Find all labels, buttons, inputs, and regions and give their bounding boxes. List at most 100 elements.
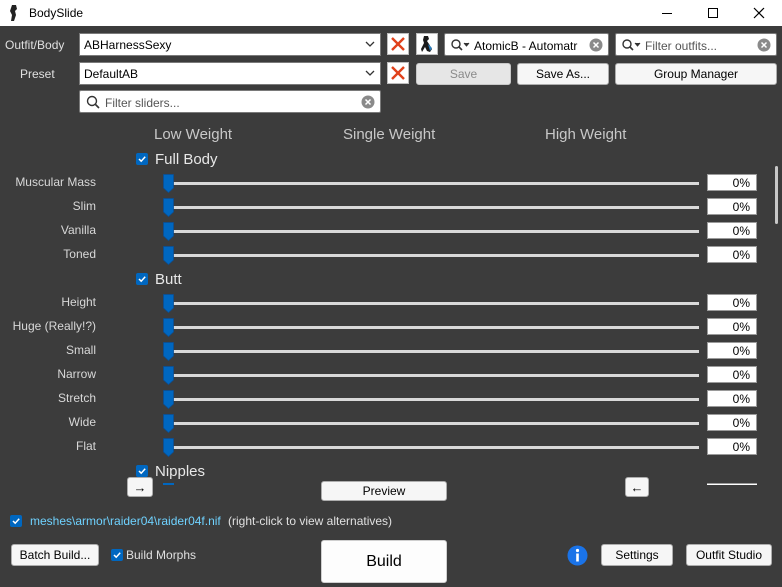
clear-search-icon[interactable] <box>589 38 603 52</box>
slider-row: Huge (Really!?) 0% <box>0 317 770 337</box>
slider-track[interactable] <box>168 398 699 401</box>
save-preset-button[interactable]: Save <box>416 63 511 85</box>
slider-row: Wide 0% <box>0 413 770 433</box>
outfit-filter-field[interactable]: Filter outfits... <box>615 33 777 56</box>
clear-outfit-button[interactable] <box>387 33 409 55</box>
slider-label: Height <box>61 295 96 309</box>
slider-track[interactable] <box>168 422 699 425</box>
slider-filter-field[interactable]: Filter sliders... <box>79 90 381 113</box>
clear-search-icon[interactable] <box>361 95 375 109</box>
group-checkbox[interactable] <box>136 153 148 165</box>
group-filter-field[interactable]: AtomicB - Automatr <box>444 33 609 56</box>
slider-scrollbar[interactable] <box>766 150 780 476</box>
slider-value-field[interactable]: 0% <box>707 294 757 311</box>
scrollbar-thumb[interactable] <box>775 166 778 224</box>
save-as-preset-button[interactable]: Save As... <box>517 63 609 85</box>
slider-thumb[interactable] <box>163 318 174 337</box>
close-icon <box>753 7 765 19</box>
slider-value-field[interactable]: 0% <box>707 174 757 191</box>
copy-left-arrow-button[interactable]: ← <box>625 477 649 497</box>
bodyslide-app-icon <box>10 5 17 21</box>
slider-track[interactable] <box>168 182 699 185</box>
chevron-down-icon <box>365 70 375 76</box>
slider-track[interactable] <box>168 302 699 305</box>
slider-thumb[interactable] <box>163 294 174 313</box>
preview-button[interactable]: Preview <box>321 481 447 501</box>
outfit-combo[interactable]: ABHarnessSexy <box>79 33 381 56</box>
copy-right-arrow-button[interactable]: → <box>127 477 153 497</box>
checkmark-icon <box>113 552 121 559</box>
outfit-combo-value: ABHarnessSexy <box>84 38 172 52</box>
slider-track[interactable] <box>168 374 699 377</box>
close-window-button[interactable] <box>736 0 782 26</box>
outfit-studio-button[interactable]: Outfit Studio <box>686 544 772 566</box>
slider-thumb[interactable] <box>163 390 174 409</box>
slider-row: Flat 0% <box>0 437 770 457</box>
info-icon[interactable] <box>567 545 588 566</box>
build-button[interactable]: Build <box>321 540 447 583</box>
slider-track[interactable] <box>168 446 699 449</box>
slider-value-field[interactable]: 0% <box>707 366 757 383</box>
slider-value-field[interactable]: 0% <box>707 414 757 431</box>
slider-row: Narrow 0% <box>0 365 770 385</box>
mesh-checkbox[interactable] <box>10 515 22 527</box>
preset-label: Preset <box>20 67 55 81</box>
slider-row: Vanilla 0% <box>0 221 770 241</box>
checkmark-icon <box>138 468 146 475</box>
slider-value-field[interactable]: 0% <box>707 390 757 407</box>
group-manager-button[interactable]: Group Manager <box>615 63 777 85</box>
slider-thumb[interactable] <box>163 198 174 217</box>
body-reference-button[interactable] <box>416 33 438 55</box>
group-checkbox[interactable] <box>136 273 148 285</box>
clipped-slider-thumb <box>163 483 174 485</box>
search-dropdown-icon <box>622 39 641 51</box>
slider-thumb[interactable] <box>163 366 174 385</box>
slider-value-field[interactable]: 0% <box>707 318 757 335</box>
slider-track[interactable] <box>168 230 699 233</box>
slider-label: Narrow <box>57 367 96 381</box>
mesh-path-link[interactable]: meshes\armor\raider04\raider04f.nif <box>30 514 221 528</box>
mesh-alternatives-hint: (right-click to view alternatives) <box>228 514 393 528</box>
slider-label: Slim <box>72 199 96 213</box>
close-x-icon <box>391 37 405 51</box>
group-label: Butt <box>155 271 182 288</box>
slider-track[interactable] <box>168 350 699 353</box>
slider-label: Muscular Mass <box>15 175 96 189</box>
slider-value-field[interactable]: 0% <box>707 222 757 239</box>
outfit-filter-placeholder: Filter outfits... <box>645 39 718 53</box>
clear-search-icon[interactable] <box>757 38 771 52</box>
slider-value-field[interactable]: 0% <box>707 246 757 263</box>
body-figure-icon <box>421 36 432 52</box>
chevron-down-icon <box>365 41 375 47</box>
build-morphs-checkbox[interactable] <box>111 549 123 561</box>
build-morphs-label: Build Morphs <box>126 548 197 562</box>
slider-label: Stretch <box>57 391 96 405</box>
settings-button[interactable]: Settings <box>601 544 673 566</box>
slider-label: Small <box>65 343 96 357</box>
slider-track[interactable] <box>168 254 699 257</box>
slider-label: Huge (Really!?) <box>12 319 96 333</box>
slider-thumb[interactable] <box>163 222 174 241</box>
slider-track[interactable] <box>168 326 699 329</box>
search-icon <box>86 95 100 109</box>
slider-track[interactable] <box>168 206 699 209</box>
preset-combo[interactable]: DefaultAB <box>79 62 381 85</box>
search-dropdown-icon <box>451 39 470 51</box>
slider-value-field[interactable]: 0% <box>707 198 757 215</box>
single-weight-header: Single Weight <box>343 126 436 143</box>
batch-build-button[interactable]: Batch Build... <box>11 544 99 566</box>
group-label: Full Body <box>155 151 218 168</box>
slider-value-field[interactable]: 0% <box>707 438 757 455</box>
group-checkbox[interactable] <box>136 465 148 477</box>
slider-thumb[interactable] <box>163 246 174 265</box>
slider-thumb[interactable] <box>163 174 174 193</box>
maximize-button[interactable] <box>690 0 736 26</box>
slider-thumb[interactable] <box>163 438 174 457</box>
slider-thumb[interactable] <box>163 414 174 433</box>
slider-thumb[interactable] <box>163 342 174 361</box>
slider-value-field[interactable]: 0% <box>707 342 757 359</box>
clear-preset-button[interactable] <box>387 62 409 84</box>
slider-filter-placeholder: Filter sliders... <box>105 96 180 110</box>
minimize-button[interactable] <box>644 0 690 26</box>
slider-row: Toned 0% <box>0 245 770 265</box>
